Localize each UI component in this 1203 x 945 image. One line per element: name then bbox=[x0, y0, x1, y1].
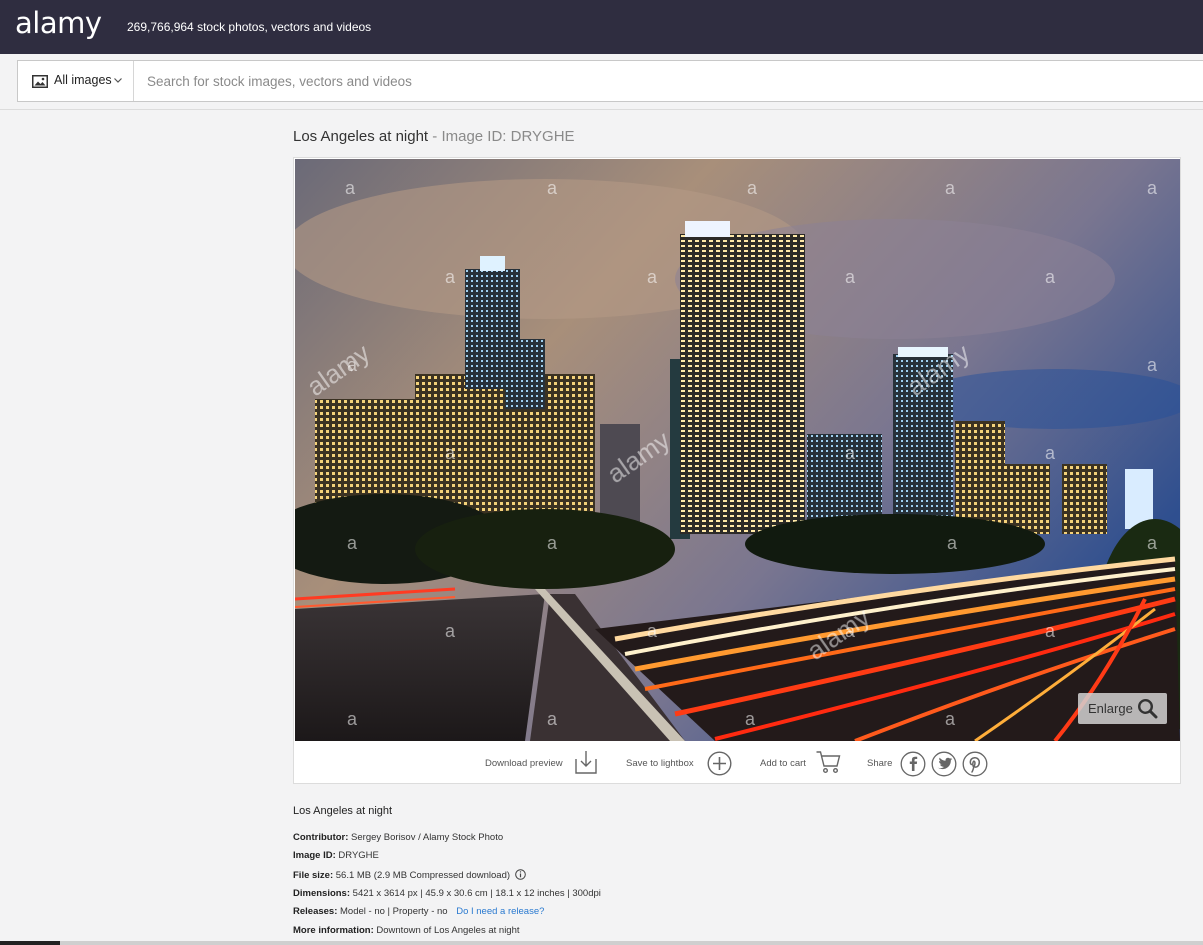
plus-circle-icon bbox=[707, 751, 732, 776]
dimensions-row: Dimensions: 5421 x 3614 px | 45.9 x 30.6… bbox=[293, 888, 601, 899]
bottom-strip-dark-segment bbox=[0, 941, 60, 945]
svg-text:a: a bbox=[347, 533, 358, 553]
search-bar-row: All images bbox=[0, 54, 1203, 110]
svg-text:a: a bbox=[1147, 533, 1158, 553]
svg-text:a: a bbox=[1045, 443, 1056, 463]
svg-text:a: a bbox=[747, 178, 758, 198]
contributor-label: Contributor: bbox=[293, 832, 349, 843]
image-card: aaaaa aaaa aa aaa aaaa aaaa aaaa alamy a… bbox=[293, 157, 1181, 784]
image-id-row: Image ID: DRYGHE bbox=[293, 850, 379, 861]
releases-value: Model - no | Property - no bbox=[340, 906, 448, 917]
stock-photo[interactable]: aaaaa aaaa aa aaa aaaa aaaa aaaa alamy a… bbox=[295, 159, 1180, 741]
svg-text:a: a bbox=[845, 267, 856, 287]
svg-text:a: a bbox=[945, 709, 956, 729]
enlarge-button[interactable]: Enlarge bbox=[1078, 693, 1167, 724]
info-icon[interactable] bbox=[514, 869, 526, 880]
top-header: alamy 269,766,964 stock photos, vectors … bbox=[0, 0, 1203, 54]
svg-text:a: a bbox=[345, 178, 356, 198]
add-to-cart-button[interactable]: Add to cart bbox=[760, 742, 842, 784]
search-input[interactable] bbox=[136, 62, 1196, 100]
category-label: All images bbox=[54, 73, 112, 87]
image-id-label: Image ID: DRYGHE bbox=[441, 128, 575, 145]
save-to-lightbox-button[interactable]: Save to lightbox bbox=[625, 742, 735, 784]
search-box: All images bbox=[17, 60, 1203, 102]
los-angeles-night-photo: aaaaa aaaa aa aaa aaaa aaaa aaaa alamy a… bbox=[295, 159, 1180, 741]
svg-text:a: a bbox=[445, 621, 456, 641]
svg-text:a: a bbox=[547, 709, 558, 729]
twitter-icon[interactable] bbox=[931, 751, 957, 777]
svg-text:a: a bbox=[945, 178, 956, 198]
image-id-row-label: Image ID: bbox=[293, 850, 336, 861]
page-title: Los Angeles at night - Image ID: DRYGHE bbox=[293, 128, 575, 145]
share-label: Share bbox=[867, 758, 893, 769]
svg-text:a: a bbox=[1147, 355, 1158, 375]
save-to-lightbox-label: Save to lightbox bbox=[626, 758, 694, 769]
dimensions-value: 5421 x 3614 px | 45.9 x 30.6 cm | 18.1 x… bbox=[352, 888, 601, 899]
facebook-icon[interactable] bbox=[900, 751, 926, 777]
enlarge-label: Enlarge bbox=[1088, 701, 1133, 716]
svg-text:a: a bbox=[1045, 621, 1056, 641]
file-size-label: File size: bbox=[293, 870, 334, 881]
svg-text:a: a bbox=[445, 443, 456, 463]
file-size-value: 56.1 MB (2.9 MB Compressed download) bbox=[335, 870, 511, 881]
cart-icon bbox=[816, 751, 841, 774]
svg-text:a: a bbox=[745, 709, 756, 729]
svg-text:a: a bbox=[547, 178, 558, 198]
pinterest-icon[interactable] bbox=[962, 751, 988, 777]
image-description: Los Angeles at night bbox=[293, 805, 393, 817]
image-icon bbox=[32, 75, 48, 88]
magnifier-icon bbox=[1137, 698, 1158, 719]
svg-text:a: a bbox=[647, 621, 658, 641]
download-preview-label: Download preview bbox=[485, 758, 563, 769]
more-information-row: More information: Downtown of Los Angele… bbox=[293, 925, 520, 936]
category-dropdown[interactable]: All images bbox=[18, 61, 134, 101]
contributor-row: Contributor: Sergey Borisov / Alamy Stoc… bbox=[293, 832, 503, 843]
releases-label: Releases: bbox=[293, 906, 338, 917]
more-information-value: Downtown of Los Angeles at night bbox=[376, 925, 520, 936]
svg-text:a: a bbox=[347, 709, 358, 729]
more-information-label: More information: bbox=[293, 925, 374, 936]
svg-text:a: a bbox=[845, 443, 856, 463]
releases-row: Releases: Model - no | Property - no Do … bbox=[293, 906, 544, 917]
download-preview-button[interactable]: Download preview bbox=[484, 742, 599, 784]
svg-text:a: a bbox=[547, 533, 558, 553]
bottom-scroll-strip bbox=[0, 941, 1203, 945]
svg-text:a: a bbox=[647, 267, 658, 287]
svg-text:a: a bbox=[445, 267, 456, 287]
svg-text:a: a bbox=[947, 533, 958, 553]
title-separator: - bbox=[428, 128, 442, 145]
file-size-row: File size: 56.1 MB (2.9 MB Compressed do… bbox=[293, 869, 526, 881]
svg-text:a: a bbox=[1147, 178, 1158, 198]
contributor-value[interactable]: Sergey Borisov / Alamy Stock Photo bbox=[351, 832, 503, 843]
share-group: Share bbox=[867, 742, 997, 784]
header-tagline: 269,766,964 stock photos, vectors and vi… bbox=[127, 20, 372, 34]
alamy-logo[interactable]: alamy bbox=[15, 6, 102, 40]
release-help-link[interactable]: Do I need a release? bbox=[456, 906, 544, 917]
svg-text:a: a bbox=[1045, 267, 1056, 287]
dimensions-label: Dimensions: bbox=[293, 888, 351, 899]
chevron-down-icon bbox=[114, 78, 122, 83]
image-id-value: DRYGHE bbox=[338, 850, 379, 861]
image-actions-bar: Download preview Save to lightbox Add to… bbox=[294, 742, 1180, 784]
image-title: Los Angeles at night bbox=[293, 128, 429, 145]
download-icon bbox=[575, 751, 597, 774]
add-to-cart-label: Add to cart bbox=[760, 758, 806, 769]
